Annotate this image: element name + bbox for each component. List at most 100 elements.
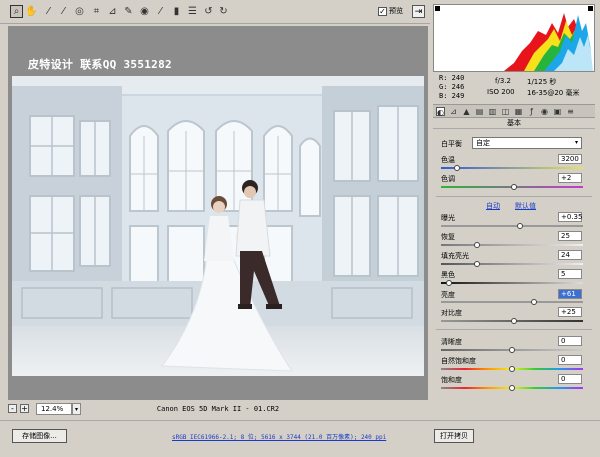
crop-tool-icon[interactable]: ⌗ <box>90 5 103 18</box>
saturation-field[interactable]: 0 <box>558 374 582 384</box>
preview-checkbox[interactable]: ✓ 预览 <box>378 6 403 16</box>
rotate-right-icon[interactable]: ↻ <box>217 5 230 18</box>
temperature-track[interactable] <box>441 167 583 169</box>
vibrance-slider-thumb[interactable] <box>509 366 515 372</box>
rotate-left-icon[interactable]: ↺ <box>202 5 215 18</box>
bottom-bar: 存储图像... sRGB IEC61966-2.1; 8 位; 5616 x 3… <box>0 420 600 457</box>
white-balance-value: 自定 <box>476 139 490 147</box>
shutter-value: 1/125 秒 <box>527 78 557 86</box>
auto-link[interactable]: 自动 <box>486 201 500 211</box>
zoom-level-field[interactable]: 12.4% <box>36 403 72 415</box>
tint-label: 色调 <box>441 175 455 183</box>
zoom-dropdown-icon[interactable]: ▾ <box>72 403 81 415</box>
b-value: B: 249 <box>439 92 465 100</box>
fullscreen-toggle-icon[interactable]: ⇥ <box>412 5 425 18</box>
aperture-value: f/3.2 <box>495 77 511 85</box>
r-value: R: 240 <box>439 74 465 82</box>
exposure-label: 曝光 <box>441 214 455 222</box>
divider <box>436 329 592 330</box>
clarity-field[interactable]: 0 <box>558 336 582 346</box>
hand-tool-icon[interactable]: ✋ <box>25 5 38 18</box>
tab-lens-icon[interactable]: ◫ <box>501 107 510 116</box>
blacks-slider-thumb[interactable] <box>446 280 452 286</box>
brightness-field[interactable]: +61 <box>558 289 582 299</box>
pixel-info-panel: R: 240 G: 246 B: 249 f/3.2 1/125 秒 ISO 2… <box>433 73 595 103</box>
preferences-icon[interactable]: ☰ <box>186 5 199 18</box>
tab-effects-icon[interactable]: ▦ <box>514 107 523 116</box>
fill-light-slider-thumb[interactable] <box>474 261 480 267</box>
g-value: G: 246 <box>439 83 465 91</box>
clarity-slider-thumb[interactable] <box>509 347 515 353</box>
vibrance-label: 自然饱和度 <box>441 357 476 365</box>
tab-tone-curve-icon[interactable]: ⊿ <box>449 107 458 116</box>
straighten-tool-icon[interactable]: ⊿ <box>106 5 119 18</box>
white-balance-label: 白平衡 <box>441 140 462 148</box>
tab-hsl-icon[interactable]: ▤ <box>475 107 484 116</box>
watermark-text: 皮特设计 联系QQ 3551282 <box>28 58 172 71</box>
wedding-photo <box>12 76 424 376</box>
checkbox-check-icon[interactable]: ✓ <box>378 6 387 16</box>
contrast-field[interactable]: +25 <box>558 307 582 317</box>
exposure-slider-thumb[interactable] <box>517 223 523 229</box>
fill-light-track[interactable] <box>441 263 583 265</box>
temperature-slider-thumb[interactable] <box>454 165 460 171</box>
panel-title: 基本 <box>433 118 595 129</box>
temperature-field[interactable]: 3200 <box>558 154 582 164</box>
brightness-label: 亮度 <box>441 291 455 299</box>
blacks-field[interactable]: 5 <box>558 269 582 279</box>
white-balance-select[interactable]: 自定 ▾ <box>472 137 582 149</box>
zoom-bar: Canon EOS 5D Mark II - 01.CR2 - + 12.4% … <box>8 403 428 417</box>
recovery-track[interactable] <box>441 244 583 246</box>
zoom-tool-icon[interactable]: ⌕ <box>10 5 23 18</box>
image-preview[interactable]: 皮特设计 联系QQ 3551282 <box>8 26 428 400</box>
saturation-slider-thumb[interactable] <box>509 385 515 391</box>
tab-presets-icon[interactable]: ◉ <box>540 107 549 116</box>
workflow-options-link[interactable]: sRGB IEC61966-2.1; 8 位; 5616 x 3744 (21.… <box>172 432 386 441</box>
graduated-filter-icon[interactable]: ▮ <box>170 5 183 18</box>
vibrance-field[interactable]: 0 <box>558 355 582 365</box>
temperature-label: 色温 <box>441 156 455 164</box>
recovery-field[interactable]: 25 <box>558 231 582 241</box>
spot-removal-tool-icon[interactable]: ✎ <box>122 5 135 18</box>
red-eye-tool-icon[interactable]: ◉ <box>138 5 151 18</box>
adjustment-brush-icon[interactable]: ⁄ <box>154 5 167 18</box>
saturation-label: 饱和度 <box>441 376 462 384</box>
fill-light-label: 填充亮光 <box>441 252 469 260</box>
white-balance-tool-icon[interactable]: ⁄ <box>42 5 55 18</box>
brightness-slider-thumb[interactable] <box>531 299 537 305</box>
preview-label: 预览 <box>389 7 403 15</box>
targeted-adjustment-tool-icon[interactable]: ◎ <box>73 5 86 18</box>
tab-menu-icon[interactable]: ≡ <box>566 107 575 116</box>
tint-field[interactable]: +2 <box>558 173 582 183</box>
default-link[interactable]: 默认值 <box>515 201 536 211</box>
iso-value: ISO 200 <box>487 88 515 96</box>
histogram <box>433 4 595 72</box>
tint-slider-thumb[interactable] <box>511 184 517 190</box>
chevron-down-icon: ▾ <box>574 139 578 146</box>
brightness-track[interactable] <box>441 301 583 303</box>
divider <box>436 196 592 197</box>
fill-light-field[interactable]: 24 <box>558 250 582 260</box>
contrast-label: 对比度 <box>441 309 462 317</box>
save-image-button[interactable]: 存储图像... <box>12 429 67 443</box>
tab-snapshots-icon[interactable]: ▣ <box>553 107 562 116</box>
contrast-slider-thumb[interactable] <box>511 318 517 324</box>
lens-value: 16-35@20 毫米 <box>527 89 580 97</box>
tab-detail-icon[interactable]: ▲ <box>462 107 471 116</box>
recovery-slider-thumb[interactable] <box>474 242 480 248</box>
tab-split-toning-icon[interactable]: ▥ <box>488 107 497 116</box>
exposure-field[interactable]: +0.35 <box>558 212 582 222</box>
clarity-label: 清晰度 <box>441 338 462 346</box>
panel-tabs: ◐ ⊿ ▲ ▤ ▥ ◫ ▦ ƒ ◉ ▣ ≡ <box>433 104 595 118</box>
blacks-track[interactable] <box>441 282 583 284</box>
zoom-in-icon[interactable]: + <box>20 404 29 413</box>
blacks-label: 黑色 <box>441 271 455 279</box>
zoom-out-icon[interactable]: - <box>8 404 17 413</box>
tab-camera-calibration-icon[interactable]: ƒ <box>527 107 536 116</box>
recovery-label: 恢复 <box>441 233 455 241</box>
exposure-track[interactable] <box>441 225 583 227</box>
open-copy-button[interactable]: 打开拷贝 <box>434 429 474 443</box>
tab-basic-icon[interactable]: ◐ <box>436 107 445 117</box>
color-sampler-tool-icon[interactable]: ⁄ <box>57 5 70 18</box>
toolbar: ⌕ ✋ ⁄ ⁄ ◎ ⌗ ⊿ ✎ ◉ ⁄ ▮ ☰ ↺ ↻ ✓ 预览 ⇥ <box>0 0 430 24</box>
